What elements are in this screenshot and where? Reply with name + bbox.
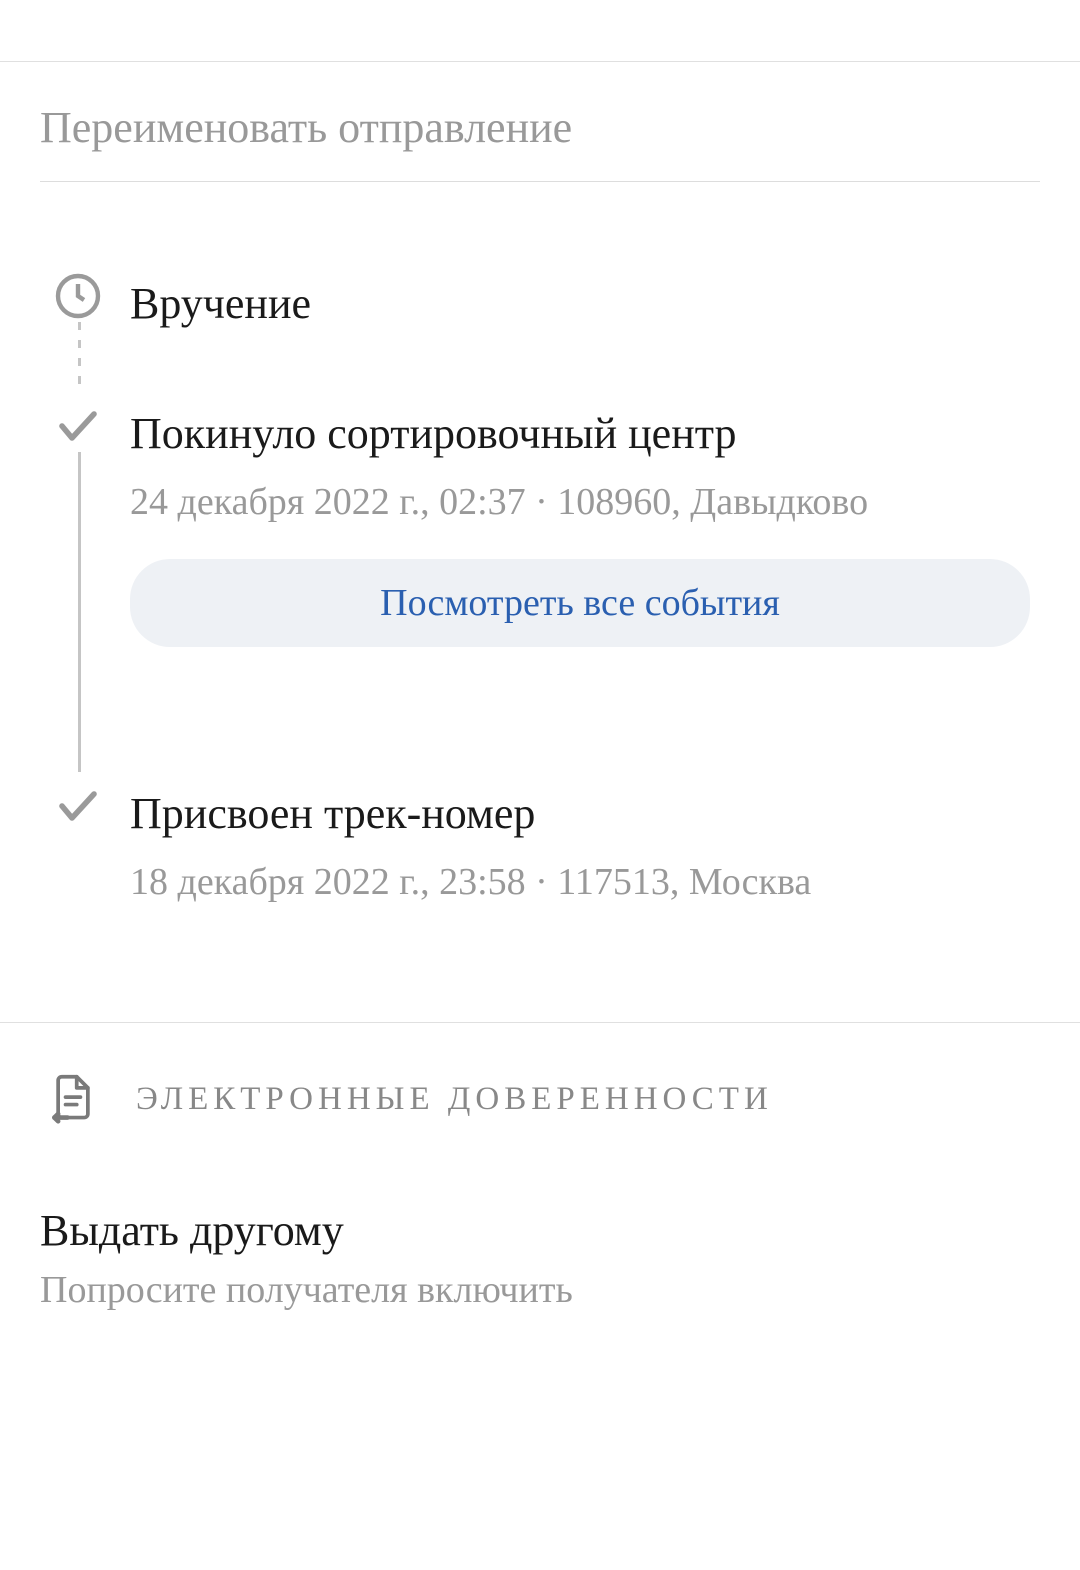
event-title: Присвоен трек-номер (130, 782, 1030, 846)
event-title: Покинуло сортировочный центр (130, 402, 1030, 466)
rename-section (0, 62, 1080, 212)
timeline-connector (78, 452, 81, 772)
check-icon (54, 402, 102, 450)
timeline-content: Покинуло сортировочный центр 24 декабря … (130, 402, 1040, 762)
give-to-other-subtitle: Попросите получателя включить (40, 1268, 1040, 1312)
top-bar (0, 0, 1080, 62)
tracking-timeline: Вручение Покинуло сортировочный центр 24… (0, 212, 1080, 992)
timeline-item-sorting[interactable]: Покинуло сортировочный центр 24 декабря … (40, 402, 1040, 782)
give-to-other-title: Выдать другому (40, 1205, 1040, 1256)
timeline-icon-col (40, 272, 130, 382)
timeline-content: Вручение (130, 272, 1040, 382)
timeline-content: Присвоен трек-номер 18 декабря 2022 г., … (130, 782, 1040, 932)
proxy-label: ЭЛЕКТРОННЫЕ ДОВЕРЕННОСТИ (136, 1081, 773, 1118)
check-icon (54, 782, 102, 830)
event-details: 18 декабря 2022 г., 23:58 · 117513, Моск… (130, 854, 1030, 911)
event-details: 24 декабря 2022 г., 02:37 · 108960, Давы… (130, 474, 1030, 531)
view-all-events-button[interactable]: Посмотреть все события (130, 559, 1030, 647)
timeline-item-delivery[interactable]: Вручение (40, 272, 1040, 402)
timeline-item-tracknumber[interactable]: Присвоен трек-номер 18 декабря 2022 г., … (40, 782, 1040, 952)
timeline-icon-col (40, 782, 130, 932)
give-to-other-section[interactable]: Выдать другому Попросите получателя вклю… (0, 1155, 1080, 1312)
timeline-icon-col (40, 402, 130, 762)
document-arrow-icon (50, 1073, 96, 1125)
proxy-section[interactable]: ЭЛЕКТРОННЫЕ ДОВЕРЕННОСТИ (0, 1023, 1080, 1155)
clock-icon (54, 272, 102, 320)
timeline-connector (78, 322, 81, 392)
rename-input[interactable] (40, 102, 1040, 182)
event-title: Вручение (130, 272, 1030, 336)
